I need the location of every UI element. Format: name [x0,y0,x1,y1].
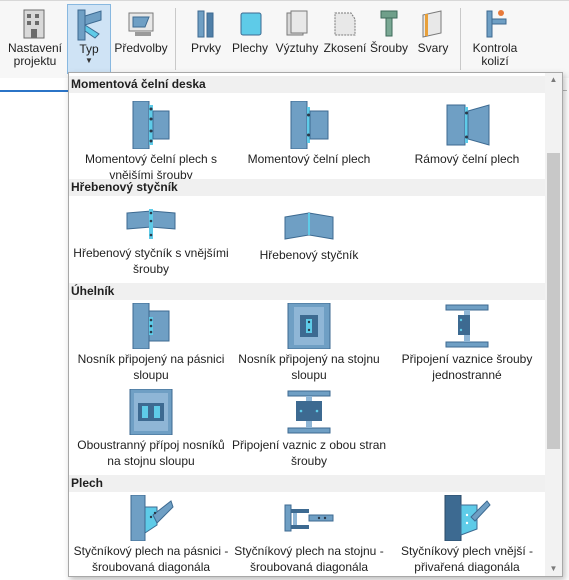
gallery-item-beam-to-column-web[interactable]: Nosník připojený na stojnu sloupu [229,303,389,383]
gallery-item-apex-joint-ext-bolts[interactable]: Hřebenový styčník s vnějšími šrouby [71,207,231,277]
scrollbar-thumb[interactable] [547,153,560,449]
chamfer-icon [334,12,356,36]
gallery-item-label: Styčníkový plech vnější - přivařená diag… [400,544,534,574]
bolts-label: Šrouby [369,41,409,55]
members-icon [197,10,214,38]
connection-type-icon [77,9,102,41]
project-settings-button[interactable]: Nastavení projektu [6,4,64,74]
chamfer-label: Zkosení [323,41,367,55]
double-beam-web-icon [129,389,173,435]
beam-to-column-web-icon [287,303,331,349]
stiffeners-button[interactable]: Výztuhy [274,4,320,74]
gallery-item-frame-endplate[interactable]: Rámový čelní plech [387,101,547,167]
stiffeners-icon [286,10,308,36]
gallery-item-label: Oboustranný přípoj nosníků na stojnu slo… [77,438,225,468]
chevron-down-icon[interactable]: ▼ [68,56,110,65]
gallery-item-gusset-flange-bolted[interactable]: Styčníkový plech na pásnici - šroubovaná… [71,495,231,575]
active-tab-indicator [0,90,70,92]
gallery-item-purlin-one-side[interactable]: Připojení vaznice šrouby jednostranné [387,303,547,383]
welds-icon [422,10,442,38]
collision-check-label: Kontrola kolizí [472,41,518,68]
gallery-item-label: Hřebenový styčník [259,248,359,262]
gallery-item-label: Styčníkový plech na stojnu - šroubovaná … [234,544,384,574]
moment-endplate-ext-bolts-icon [132,101,170,149]
ribbon-toolbar: Nastavení projektu Typ ▼ Předvolby Prvky [0,0,569,92]
presets-button[interactable]: Předvolby [113,4,169,74]
gallery-item-purlin-both-sides[interactable]: Připojení vaznic z obou stran šrouby [229,389,389,469]
plates-button[interactable]: Plechy [230,4,270,74]
stiffeners-label: Výztuhy [275,41,319,55]
collision-check-button[interactable]: Kontrola kolizí [466,4,524,74]
collision-check-icon [486,10,507,38]
type-button[interactable]: Typ ▼ [67,4,111,74]
gallery-item-gusset-external-welded[interactable]: Styčníkový plech vnější - přivařená diag… [387,495,547,575]
welds-button[interactable]: Svary [412,4,454,74]
chamfer-button[interactable]: Zkosení [322,4,368,74]
gallery-item-label: Styčníkový plech na pásnici - šroubovaná… [73,544,229,574]
type-label: Typ [79,42,99,56]
gusset-web-bolted-icon [284,504,334,532]
scroll-down-icon[interactable]: ▼ [545,562,562,576]
beam-to-column-flange-icon [132,303,170,349]
gallery-item-label: Hřebenový styčník s vnějšími šrouby [73,246,229,276]
gallery-item-beam-to-column-flange[interactable]: Nosník připojený na pásnici sloupu [71,303,231,383]
section-header-apex-joint: Hřebenový styčník [69,179,545,196]
presets-icon [128,12,154,36]
gallery-item-label: Nosník připojený na stojnu sloupu [238,352,380,382]
bolts-button[interactable]: Šrouby [368,4,410,74]
section-header-plate: Plech [69,475,545,492]
bolt-icon [380,10,398,37]
purlin-both-sides-icon [287,390,331,434]
gusset-external-welded-icon [444,495,491,541]
gallery-item-moment-endplate-ext-bolts[interactable]: Momentový čelní plech s vnějšími šrouby [71,101,231,183]
members-label: Prvky [191,41,221,55]
gallery-item-double-beam-web[interactable]: Oboustranný přípoj nosníků na stojnu slo… [71,389,231,469]
gusset-flange-bolted-icon [130,495,174,541]
ribbon-separator [175,8,176,70]
apex-joint-ext-bolts-icon [126,209,176,239]
top-border [0,0,569,1]
building-icon [23,9,45,39]
gallery-item-label: Připojení vaznic z obou stran šrouby [231,438,387,468]
gallery-scrollbar[interactable]: ▲ ▼ [545,73,562,576]
apex-joint-icon [284,212,334,240]
gallery-item-moment-endplate[interactable]: Momentový čelní plech [229,101,389,167]
gallery-item-gusset-web-bolted[interactable]: Styčníkový plech na stojnu - šroubovaná … [229,495,389,575]
section-header-angle: Úhelník [69,283,545,300]
purlin-one-side-icon [445,304,489,348]
members-button[interactable]: Prvky [188,4,224,74]
gallery-item-label: Rámový čelní plech [414,152,520,166]
gallery-item-label: Připojení vaznice šrouby jednostranné [401,352,533,382]
connection-type-gallery: Momentová čelní deska Momentový čelní pl… [68,72,563,577]
ribbon-separator [460,8,461,70]
gallery-item-label: Momentový čelní plech [247,152,371,166]
gallery-item-label: Nosník připojený na pásnici sloupu [77,352,225,382]
plates-label: Plechy [231,41,269,55]
section-header-moment-endplate: Momentová čelní deska [69,76,545,93]
frame-endplate-icon [446,104,490,146]
presets-label: Předvolby [114,41,168,55]
plates-icon [240,12,262,36]
project-settings-label: Nastavení projektu [7,41,63,68]
moment-endplate-icon [290,101,329,149]
gallery-item-apex-joint[interactable]: Hřebenový styčník [229,209,389,263]
welds-label: Svary [417,41,449,55]
scroll-up-icon[interactable]: ▲ [545,73,562,87]
